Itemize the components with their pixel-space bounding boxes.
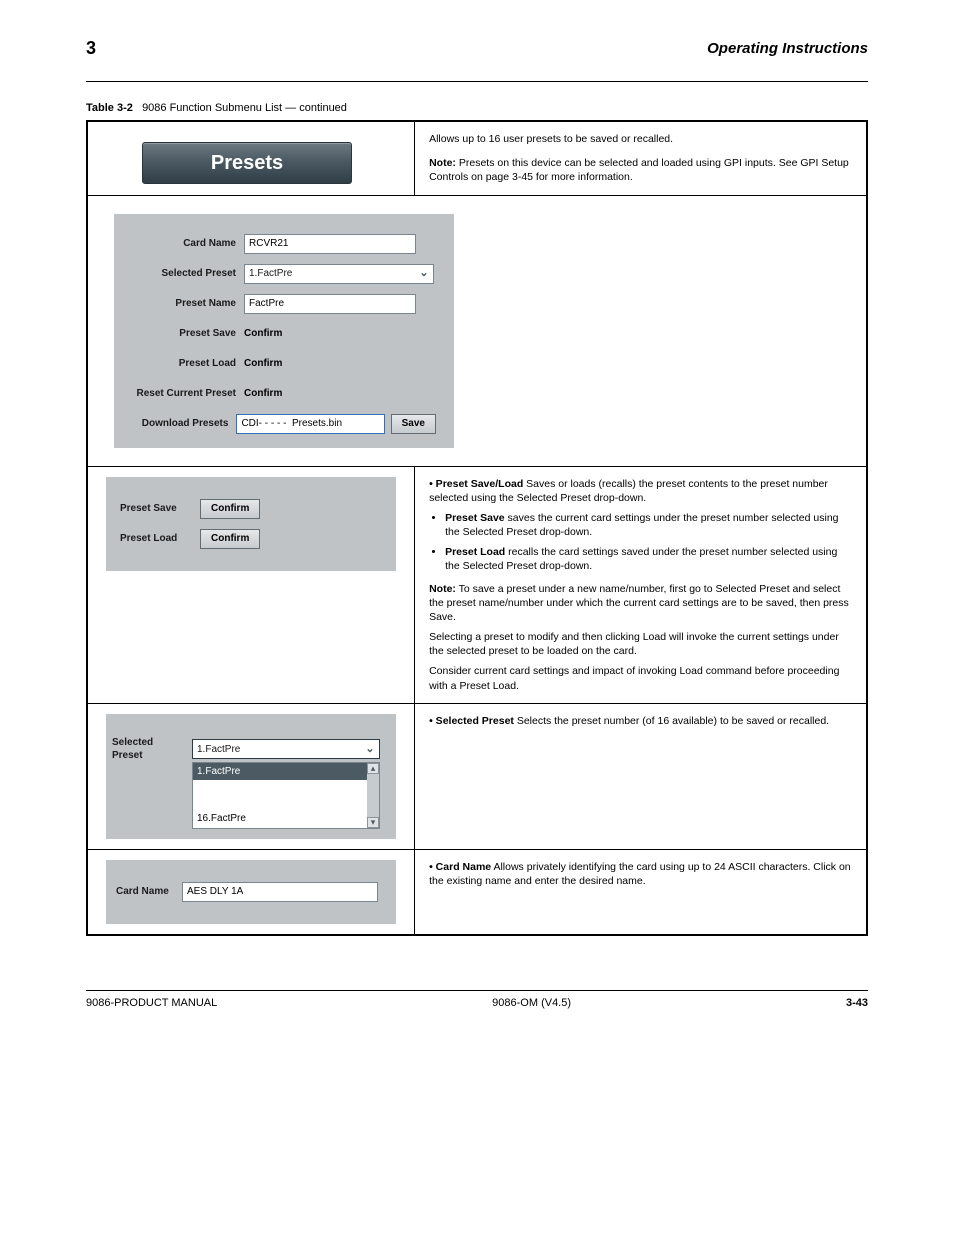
preset-load-label-2: Preset Load — [120, 532, 200, 546]
chevron-down-icon-2: ⌄ — [361, 740, 379, 758]
reset-preset-confirm-button[interactable]: Confirm — [244, 384, 282, 404]
header-section-title: Operating Instructions — [707, 40, 868, 57]
preset-save-label-2: Preset Save — [120, 502, 200, 516]
save-load-panel: Preset Save Confirm Preset Load Confirm — [106, 477, 396, 571]
selected-preset-dropdown[interactable]: 1.FactPre ⌄ — [244, 264, 434, 284]
presets-panel: Card Name Selected Preset 1.FactPre ⌄ Pr… — [114, 214, 454, 448]
scroll-up-icon[interactable]: ▴ — [367, 763, 379, 774]
note-label: Note: — [429, 157, 456, 169]
list-item-selected[interactable]: 1.FactPre — [193, 763, 379, 781]
note-para-0: To save a preset under a new name/number… — [429, 583, 849, 623]
selected-preset-label: Selected Preset — [122, 267, 244, 281]
note-label-2: Note: — [429, 583, 456, 595]
table-caption-prefix: Table 3-2 — [86, 102, 133, 114]
note-para-2: Consider current card settings and impac… — [429, 664, 852, 692]
selected-preset-heading: • Selected Preset — [429, 715, 514, 727]
list-item-last[interactable]: 16.FactPre — [193, 810, 379, 828]
footer-right: 3-43 — [846, 997, 868, 1009]
selected-preset-value: 1.FactPre — [249, 267, 415, 281]
chevron-down-icon: ⌄ — [415, 265, 433, 283]
note-text: Presets on this device can be selected a… — [429, 157, 849, 183]
reset-preset-label: Reset Current Preset — [122, 387, 244, 401]
bullet-preset-save: Preset Save saves the current card setti… — [445, 511, 852, 539]
selected-preset-panel: Selected Preset 1.FactPre ⌄ 1.FactPre 16… — [106, 714, 396, 839]
listbox-scrollbar[interactable]: ▴ ▾ — [367, 763, 379, 828]
preset-load-confirm-button-2[interactable]: Confirm — [200, 529, 260, 549]
download-presets-label: Download Presets — [122, 417, 236, 431]
preset-name-input[interactable] — [244, 294, 416, 314]
card-name-body: Allows privately identifying the card us… — [429, 861, 851, 887]
card-name-label: Card Name — [122, 237, 244, 251]
selected-preset-listbox[interactable]: 1.FactPre 16.FactPre ▴ ▾ — [192, 762, 380, 829]
card-name-input-2[interactable] — [182, 882, 378, 902]
card-name-heading: • Card Name — [429, 861, 491, 873]
function-table: Presets Allows up to 16 user presets to … — [86, 120, 868, 936]
selected-preset-value-2: 1.FactPre — [197, 743, 361, 757]
preset-save-confirm-button[interactable]: Confirm — [244, 324, 282, 344]
preset-load-confirm-button[interactable]: Confirm — [244, 354, 282, 374]
presets-intro: Allows up to 16 user presets to be saved… — [429, 132, 852, 146]
presets-tab: Presets — [142, 142, 352, 184]
selected-preset-label-2: Selected Preset — [112, 736, 192, 763]
table-caption-title: 9086 Function Submenu List — continued — [142, 102, 347, 114]
footer-left: 9086-PRODUCT MANUAL — [86, 997, 217, 1009]
preset-name-label: Preset Name — [122, 297, 244, 311]
download-presets-input[interactable] — [236, 414, 384, 434]
selected-preset-dropdown-2[interactable]: 1.FactPre ⌄ — [192, 739, 380, 759]
download-presets-save-button[interactable]: Save — [391, 414, 436, 434]
note-para-1: Selecting a preset to modify and then cl… — [429, 630, 852, 658]
preset-save-label: Preset Save — [122, 327, 244, 341]
card-name-panel: Card Name — [106, 860, 396, 924]
card-name-label-2: Card Name — [116, 885, 182, 899]
preset-load-label: Preset Load — [122, 357, 244, 371]
selected-preset-body: Selects the preset number (of 16 availab… — [517, 715, 829, 727]
header-page-number: 3 — [86, 38, 96, 58]
footer-rule — [86, 990, 868, 991]
save-load-heading: • Preset Save/Load — [429, 478, 523, 490]
footer-center: 9086-OM (V4.5) — [492, 997, 571, 1009]
preset-save-confirm-button-2[interactable]: Confirm — [200, 499, 260, 519]
bullet-preset-load: Preset Load recalls the card settings sa… — [445, 545, 852, 573]
header-rule — [86, 81, 868, 82]
scroll-down-icon[interactable]: ▾ — [367, 817, 379, 828]
card-name-input[interactable] — [244, 234, 416, 254]
